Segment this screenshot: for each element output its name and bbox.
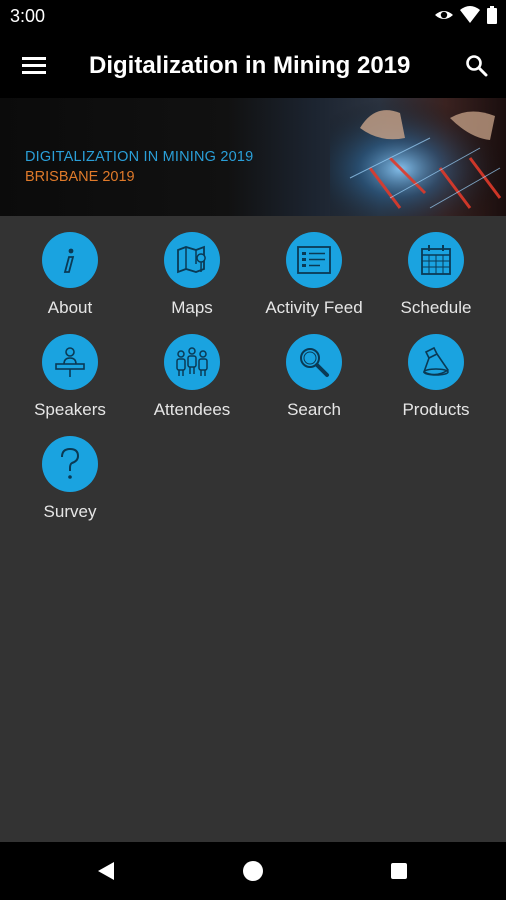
system-nav-bar <box>0 842 506 900</box>
products-icon <box>408 334 464 390</box>
tile-activity-feed[interactable]: Activity Feed <box>253 216 375 317</box>
question-icon <box>42 436 98 492</box>
attendees-icon <box>164 334 220 390</box>
eye-icon <box>435 11 453 19</box>
hamburger-icon <box>22 57 46 74</box>
app-bar: Digitalization in Mining 2019 <box>0 32 506 98</box>
battery-icon <box>487 6 497 24</box>
tile-about[interactable]: About <box>9 216 131 317</box>
wifi-icon <box>460 6 480 23</box>
tile-schedule[interactable]: Schedule <box>375 216 497 317</box>
calendar-icon <box>408 232 464 288</box>
banner-artwork <box>330 98 506 216</box>
tile-label: Search <box>287 400 341 419</box>
tile-label: Speakers <box>34 400 106 419</box>
recent-apps-button[interactable] <box>391 863 407 879</box>
tile-label: Attendees <box>153 400 231 419</box>
tile-maps[interactable]: Maps <box>131 216 253 317</box>
page-title: Digitalization in Mining 2019 <box>89 52 411 79</box>
tile-label: Maps <box>171 298 213 317</box>
home-button[interactable] <box>243 861 263 881</box>
search-icon <box>466 55 488 77</box>
banner-title: DIGITALIZATION IN MINING 2019 <box>25 149 254 165</box>
activity-feed-icon <box>286 232 342 288</box>
banner-subtitle: BRISBANE 2019 <box>25 169 135 185</box>
tile-search[interactable]: Search <box>253 318 375 419</box>
magnifier-icon <box>286 334 342 390</box>
menu-button[interactable] <box>18 49 50 81</box>
tile-attendees[interactable]: Attendees <box>131 318 253 419</box>
tile-label: Activity Feed <box>265 298 363 317</box>
tile-survey[interactable]: Survey <box>9 420 131 521</box>
tile-products[interactable]: Products <box>375 318 497 419</box>
tile-label: Products <box>402 400 470 419</box>
tile-speakers[interactable]: Speakers <box>9 318 131 419</box>
status-icons <box>434 5 498 25</box>
speaker-icon <box>42 334 98 390</box>
search-button[interactable] <box>460 49 492 81</box>
status-time: 3:00 <box>10 6 46 26</box>
event-banner: DIGITALIZATION IN MINING 2019 BRISBANE 2… <box>0 98 506 216</box>
tile-label: Schedule <box>400 298 472 317</box>
tile-label: About <box>47 298 93 317</box>
status-bar: 3:00 <box>0 0 506 32</box>
tile-label: Survey <box>43 502 97 521</box>
info-icon <box>42 232 98 288</box>
back-icon[interactable] <box>96 861 116 881</box>
map-icon <box>164 232 220 288</box>
